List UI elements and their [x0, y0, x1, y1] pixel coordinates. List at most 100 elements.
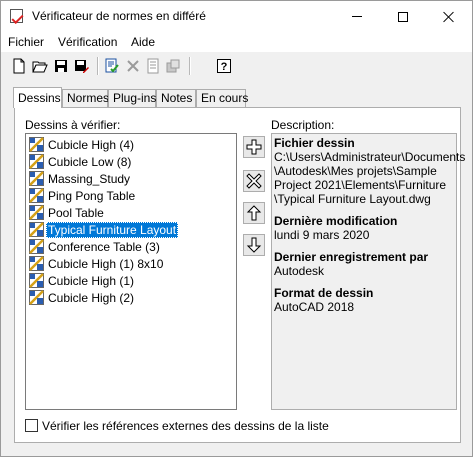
- save-as-icon: [75, 60, 89, 73]
- description-value: \Autodesk\Mes projets\Sample: [274, 164, 437, 178]
- window-title: Vérificateur de normes en différé: [32, 9, 206, 23]
- description-value: C:\Users\Administrateur\Documents: [274, 150, 466, 164]
- drawings-listbox[interactable]: Cubicle High (4) Cubicle Low (8) Massing_S…: [25, 133, 237, 410]
- drawing-list-item[interactable]: Ping Pong Table: [26, 187, 137, 204]
- add-icon: [246, 139, 262, 155]
- description-section: Format de dessin AutoCAD 2018: [274, 286, 454, 314]
- drawing-list-item[interactable]: Typical Furniture Layout: [26, 221, 179, 238]
- drawing-list-item-label: Conference Table (3): [48, 239, 160, 254]
- move-up-button[interactable]: [243, 202, 265, 224]
- drawings-label: Dessins à vérifier:: [25, 118, 121, 132]
- tab-en-cours[interactable]: En cours: [196, 89, 248, 107]
- app-window: Vérificateur de normes en différé Fichie…: [0, 0, 473, 457]
- new-button[interactable]: [9, 56, 29, 76]
- toolbar-separator: [97, 57, 99, 75]
- drawing-list-item[interactable]: Massing_Study: [26, 170, 132, 187]
- help-icon: ?: [217, 59, 231, 73]
- close-button[interactable]: [426, 1, 472, 32]
- toolbar: ?: [1, 54, 472, 80]
- description-heading: Dernier enregistrement par: [274, 250, 429, 264]
- notes-button[interactable]: [143, 56, 163, 76]
- toolbar-separator: [189, 57, 191, 75]
- drawing-list-item-label: Cubicle Low (8): [48, 154, 132, 169]
- move-down-button[interactable]: [243, 234, 265, 256]
- tab-dessins[interactable]: Dessins: [13, 87, 62, 108]
- svg-text:?: ?: [221, 61, 228, 73]
- delete-icon: [127, 60, 139, 72]
- drawing-list-item-label: Ping Pong Table: [48, 188, 136, 203]
- description-value: AutoCAD 2018: [274, 300, 355, 314]
- description-section: Dernière modification lundi 9 mars 2020: [274, 214, 454, 242]
- description-value: lundi 9 mars 2020: [274, 228, 370, 242]
- minimize-icon: [352, 16, 362, 17]
- xref-checkbox[interactable]: [25, 419, 38, 432]
- menu-fichier[interactable]: Fichier: [8, 35, 44, 49]
- drawing-file-icon: [29, 188, 44, 203]
- title-bar: Vérificateur de normes en différé: [1, 1, 472, 32]
- drawing-list-item[interactable]: Cubicle High (1): [26, 272, 136, 289]
- drawing-file-icon: [29, 290, 44, 305]
- drawing-list-item-label: Massing_Study: [48, 171, 131, 186]
- drawing-list-item-label: Cubicle High (1): [48, 273, 135, 288]
- drawing-file-icon: [29, 171, 44, 186]
- check-standards-button[interactable]: [102, 56, 122, 76]
- drawing-list-item[interactable]: Cubicle High (2): [26, 289, 136, 306]
- description-section: Fichier dessin C:\Users\Administrateur\Do…: [274, 136, 466, 206]
- remove-drawing-button[interactable]: [243, 170, 265, 192]
- remove-icon: [246, 173, 262, 189]
- add-drawing-button[interactable]: [243, 136, 265, 158]
- drawing-list-item-label: Cubicle High (4): [48, 137, 135, 152]
- drawing-file-icon: [29, 239, 44, 254]
- description-value: Project 2021\Elements\Furniture: [274, 178, 447, 192]
- drawing-file-icon: [29, 154, 44, 169]
- close-icon: [443, 11, 455, 23]
- description-value: \Typical Furniture Layout.dwg: [274, 192, 431, 206]
- save-icon: [55, 60, 67, 72]
- notes-icon: [147, 58, 159, 74]
- menu-aide[interactable]: Aide: [131, 35, 155, 49]
- minimize-button[interactable]: [334, 1, 380, 32]
- drawing-list-item-label: Cubicle High (2): [48, 290, 135, 305]
- drawing-list-item[interactable]: Cubicle High (1) 8x10: [26, 255, 165, 272]
- drawing-list-item-label: Typical Furniture Layout: [46, 221, 179, 238]
- drawing-list-item[interactable]: Pool Table: [26, 204, 106, 221]
- drawing-file-icon: [29, 256, 44, 271]
- description-section: Dernier enregistrement par Autodesk: [274, 250, 454, 278]
- maximize-icon: [398, 11, 408, 22]
- drawing-file-icon: [29, 222, 44, 237]
- drawing-file-icon: [29, 205, 44, 220]
- description-panel: Fichier dessin C:\Users\Administrateur\Do…: [271, 133, 466, 410]
- description-heading: Dernière modification: [274, 214, 398, 228]
- help-button[interactable]: ?: [214, 56, 234, 76]
- maximize-button[interactable]: [380, 1, 426, 32]
- tab-normes[interactable]: Normes: [62, 89, 109, 107]
- drawing-list-item-label: Cubicle High (1) 8x10: [48, 256, 164, 271]
- tab-plugins[interactable]: Plug-ins: [108, 89, 156, 107]
- description-value: Autodesk: [274, 264, 325, 278]
- save-button[interactable]: [51, 56, 71, 76]
- drawing-file-icon: [29, 137, 44, 152]
- open-folder-icon: [32, 61, 48, 73]
- check-standards-icon: [105, 58, 119, 73]
- app-icon: [10, 9, 23, 23]
- save-as-button[interactable]: [72, 56, 92, 76]
- drawing-list-item[interactable]: Conference Table (3): [26, 238, 162, 255]
- open-button[interactable]: [30, 56, 50, 76]
- drawing-file-icon: [29, 273, 44, 288]
- drawing-list-item[interactable]: Cubicle High (4): [26, 136, 136, 153]
- delete-button[interactable]: [123, 56, 143, 76]
- drawing-list-item[interactable]: Cubicle Low (8): [26, 153, 133, 170]
- move-up-icon: [246, 205, 262, 221]
- move-down-icon: [246, 237, 262, 253]
- tab-notes[interactable]: Notes: [156, 89, 196, 107]
- drawing-list-item-label: Pool Table: [48, 205, 104, 220]
- menu-verification[interactable]: Vérification: [58, 35, 117, 49]
- description-heading: Format de dessin: [274, 286, 374, 300]
- description-heading: Fichier dessin: [274, 136, 355, 150]
- menu-bar: Fichier Vérification Aide: [1, 32, 472, 52]
- new-file-icon: [13, 58, 25, 74]
- plugins-button[interactable]: [163, 56, 183, 76]
- plugins-icon: [166, 59, 180, 73]
- xref-checkbox-label[interactable]: Vérifier les références externes des des…: [42, 419, 329, 433]
- description-label: Description:: [271, 118, 335, 132]
